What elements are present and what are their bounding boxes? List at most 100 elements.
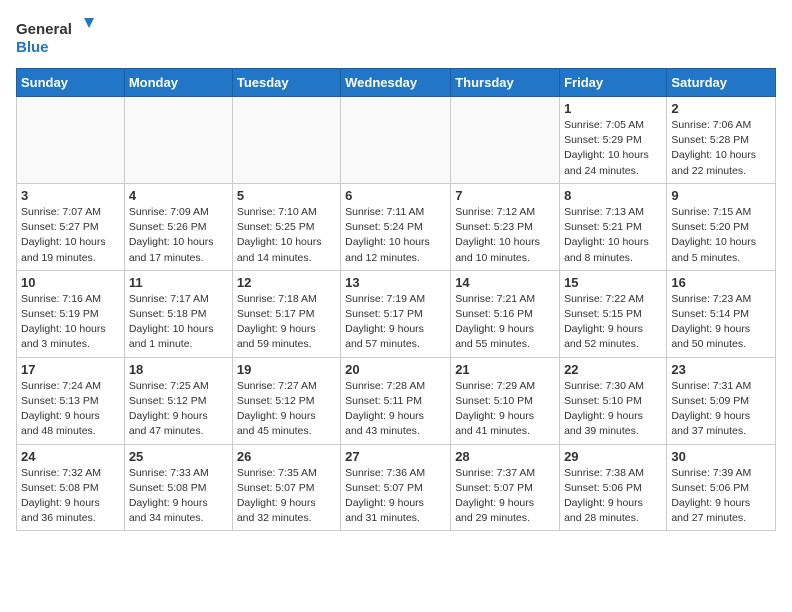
calendar-cell: 17 Sunrise: 7:24 AM Sunset: 5:13 PM Dayli… bbox=[17, 357, 125, 444]
day-number: 9 bbox=[671, 188, 771, 203]
logo-svg: General Blue bbox=[16, 16, 96, 60]
day-number: 16 bbox=[671, 275, 771, 290]
day-number: 17 bbox=[21, 362, 120, 377]
day-number: 28 bbox=[455, 449, 555, 464]
day-info: Sunrise: 7:05 AM Sunset: 5:29 PM Dayligh… bbox=[564, 118, 662, 179]
day-number: 21 bbox=[455, 362, 555, 377]
calendar-cell: 23Sunrise: 7:31 AM Sunset: 5:09 PM Dayli… bbox=[667, 357, 776, 444]
day-number: 4 bbox=[129, 188, 228, 203]
calendar-cell: 29Sunrise: 7:38 AM Sunset: 5:06 PM Dayli… bbox=[560, 444, 667, 531]
svg-text:General: General bbox=[16, 21, 72, 38]
day-info: Sunrise: 7:06 AM Sunset: 5:28 PM Dayligh… bbox=[671, 118, 771, 179]
day-number: 11 bbox=[129, 275, 228, 290]
calendar-table: SundayMondayTuesdayWednesdayThursdayFrid… bbox=[16, 68, 776, 531]
day-info: Sunrise: 7:35 AM Sunset: 5:07 PM Dayligh… bbox=[237, 466, 336, 527]
day-info: Sunrise: 7:22 AM Sunset: 5:15 PM Dayligh… bbox=[564, 292, 662, 353]
day-number: 19 bbox=[237, 362, 336, 377]
day-info: Sunrise: 7:39 AM Sunset: 5:06 PM Dayligh… bbox=[671, 466, 771, 527]
day-number: 18 bbox=[129, 362, 228, 377]
day-info: Sunrise: 7:13 AM Sunset: 5:21 PM Dayligh… bbox=[564, 205, 662, 266]
day-number: 2 bbox=[671, 101, 771, 116]
calendar-cell: 20Sunrise: 7:28 AM Sunset: 5:11 PM Dayli… bbox=[341, 357, 451, 444]
day-info: Sunrise: 7:12 AM Sunset: 5:23 PM Dayligh… bbox=[455, 205, 555, 266]
calendar-week-row: 1 Sunrise: 7:05 AM Sunset: 5:29 PM Daylig… bbox=[17, 97, 776, 184]
day-info: Sunrise: 7:19 AM Sunset: 5:17 PM Dayligh… bbox=[345, 292, 446, 353]
calendar-week-row: 17 Sunrise: 7:24 AM Sunset: 5:13 PM Dayli… bbox=[17, 357, 776, 444]
logo: General Blue bbox=[16, 16, 96, 60]
day-info: Sunrise: 7:18 AM Sunset: 5:17 PM Dayligh… bbox=[237, 292, 336, 353]
weekday-header: Wednesday bbox=[341, 69, 451, 97]
weekday-header-row: SundayMondayTuesdayWednesdayThursdayFrid… bbox=[17, 69, 776, 97]
calendar-cell: 19 Sunrise: 7:27 AM Sunset: 5:12 PM Dayli… bbox=[232, 357, 340, 444]
day-number: 6 bbox=[345, 188, 446, 203]
day-info: Sunrise: 7:17 AM Sunset: 5:18 PM Dayligh… bbox=[129, 292, 228, 353]
day-info: Sunrise: 7:33 AM Sunset: 5:08 PM Dayligh… bbox=[129, 466, 228, 527]
day-info: Sunrise: 7:07 AM Sunset: 5:27 PM Dayligh… bbox=[21, 205, 120, 266]
day-info: Sunrise: 7:16 AM Sunset: 5:19 PM Dayligh… bbox=[21, 292, 120, 353]
day-info: Sunrise: 7:30 AM Sunset: 5:10 PM Dayligh… bbox=[564, 379, 662, 440]
calendar-cell: 22 Sunrise: 7:30 AM Sunset: 5:10 PM Dayli… bbox=[560, 357, 667, 444]
calendar-cell: 12Sunrise: 7:18 AM Sunset: 5:17 PM Dayli… bbox=[232, 270, 340, 357]
day-number: 5 bbox=[237, 188, 336, 203]
day-number: 24 bbox=[21, 449, 120, 464]
day-number: 1 bbox=[564, 101, 662, 116]
calendar-cell: 21 Sunrise: 7:29 AM Sunset: 5:10 PM Dayli… bbox=[451, 357, 560, 444]
calendar-cell: 28 Sunrise: 7:37 AM Sunset: 5:07 PM Dayli… bbox=[451, 444, 560, 531]
calendar-cell: 5Sunrise: 7:10 AM Sunset: 5:25 PM Daylig… bbox=[232, 183, 340, 270]
calendar-cell: 13 Sunrise: 7:19 AM Sunset: 5:17 PM Dayli… bbox=[341, 270, 451, 357]
calendar-cell: 11 Sunrise: 7:17 AM Sunset: 5:18 PM Dayli… bbox=[124, 270, 232, 357]
day-number: 8 bbox=[564, 188, 662, 203]
day-number: 7 bbox=[455, 188, 555, 203]
calendar-cell: 15 Sunrise: 7:22 AM Sunset: 5:15 PM Dayli… bbox=[560, 270, 667, 357]
day-info: Sunrise: 7:36 AM Sunset: 5:07 PM Dayligh… bbox=[345, 466, 446, 527]
calendar-cell: 4 Sunrise: 7:09 AM Sunset: 5:26 PM Daylig… bbox=[124, 183, 232, 270]
calendar-cell: 24 Sunrise: 7:32 AM Sunset: 5:08 PM Dayli… bbox=[17, 444, 125, 531]
calendar-cell: 16Sunrise: 7:23 AM Sunset: 5:14 PM Dayli… bbox=[667, 270, 776, 357]
day-info: Sunrise: 7:15 AM Sunset: 5:20 PM Dayligh… bbox=[671, 205, 771, 266]
calendar-cell: 6 Sunrise: 7:11 AM Sunset: 5:24 PM Daylig… bbox=[341, 183, 451, 270]
calendar-cell bbox=[341, 97, 451, 184]
day-info: Sunrise: 7:29 AM Sunset: 5:10 PM Dayligh… bbox=[455, 379, 555, 440]
day-info: Sunrise: 7:11 AM Sunset: 5:24 PM Dayligh… bbox=[345, 205, 446, 266]
day-number: 3 bbox=[21, 188, 120, 203]
day-info: Sunrise: 7:25 AM Sunset: 5:12 PM Dayligh… bbox=[129, 379, 228, 440]
calendar-cell: 27 Sunrise: 7:36 AM Sunset: 5:07 PM Dayli… bbox=[341, 444, 451, 531]
svg-text:Blue: Blue bbox=[16, 39, 49, 56]
day-info: Sunrise: 7:37 AM Sunset: 5:07 PM Dayligh… bbox=[455, 466, 555, 527]
day-info: Sunrise: 7:21 AM Sunset: 5:16 PM Dayligh… bbox=[455, 292, 555, 353]
day-info: Sunrise: 7:09 AM Sunset: 5:26 PM Dayligh… bbox=[129, 205, 228, 266]
weekday-header: Friday bbox=[560, 69, 667, 97]
calendar-cell: 7 Sunrise: 7:12 AM Sunset: 5:23 PM Daylig… bbox=[451, 183, 560, 270]
day-number: 10 bbox=[21, 275, 120, 290]
calendar-cell: 1 Sunrise: 7:05 AM Sunset: 5:29 PM Daylig… bbox=[560, 97, 667, 184]
day-number: 30 bbox=[671, 449, 771, 464]
weekday-header: Saturday bbox=[667, 69, 776, 97]
calendar-cell: 10 Sunrise: 7:16 AM Sunset: 5:19 PM Dayli… bbox=[17, 270, 125, 357]
day-info: Sunrise: 7:27 AM Sunset: 5:12 PM Dayligh… bbox=[237, 379, 336, 440]
day-number: 22 bbox=[564, 362, 662, 377]
calendar-week-row: 3 Sunrise: 7:07 AM Sunset: 5:27 PM Daylig… bbox=[17, 183, 776, 270]
day-number: 26 bbox=[237, 449, 336, 464]
day-number: 20 bbox=[345, 362, 446, 377]
day-info: Sunrise: 7:32 AM Sunset: 5:08 PM Dayligh… bbox=[21, 466, 120, 527]
calendar-week-row: 24 Sunrise: 7:32 AM Sunset: 5:08 PM Dayli… bbox=[17, 444, 776, 531]
day-number: 14 bbox=[455, 275, 555, 290]
day-number: 29 bbox=[564, 449, 662, 464]
day-number: 13 bbox=[345, 275, 446, 290]
weekday-header: Sunday bbox=[17, 69, 125, 97]
calendar-cell bbox=[124, 97, 232, 184]
day-info: Sunrise: 7:24 AM Sunset: 5:13 PM Dayligh… bbox=[21, 379, 120, 440]
day-number: 27 bbox=[345, 449, 446, 464]
calendar-cell: 9 Sunrise: 7:15 AM Sunset: 5:20 PM Daylig… bbox=[667, 183, 776, 270]
calendar-cell: 18 Sunrise: 7:25 AM Sunset: 5:12 PM Dayli… bbox=[124, 357, 232, 444]
day-number: 25 bbox=[129, 449, 228, 464]
calendar-cell bbox=[17, 97, 125, 184]
day-info: Sunrise: 7:31 AM Sunset: 5:09 PM Dayligh… bbox=[671, 379, 771, 440]
calendar-cell bbox=[232, 97, 340, 184]
day-number: 15 bbox=[564, 275, 662, 290]
calendar-cell bbox=[451, 97, 560, 184]
calendar-cell: 26 Sunrise: 7:35 AM Sunset: 5:07 PM Dayli… bbox=[232, 444, 340, 531]
weekday-header: Monday bbox=[124, 69, 232, 97]
calendar-week-row: 10 Sunrise: 7:16 AM Sunset: 5:19 PM Dayli… bbox=[17, 270, 776, 357]
calendar-cell: 14 Sunrise: 7:21 AM Sunset: 5:16 PM Dayli… bbox=[451, 270, 560, 357]
